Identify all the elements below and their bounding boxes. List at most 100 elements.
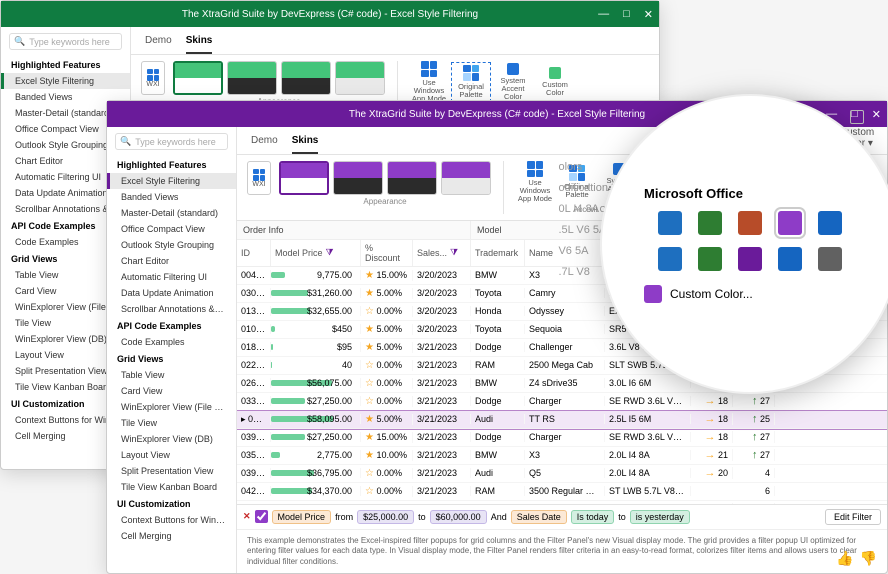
search-input[interactable]: 🔍 Type keywords here [9, 33, 122, 50]
star-icon: ☆ [365, 306, 374, 317]
wxi-picker[interactable]: WXI [141, 61, 165, 95]
sidebar-item[interactable]: Tile View [107, 415, 236, 431]
sidebar-item[interactable]: Excel Style Filtering [1, 73, 130, 89]
skin-swatch[interactable] [281, 61, 331, 95]
skin-swatch[interactable] [173, 61, 223, 95]
star-icon: ☆ [365, 396, 374, 407]
sidebar-item[interactable]: Split Presentation View [107, 463, 236, 479]
wxi-label: WXI [252, 181, 265, 188]
tabs: Demo Skins [131, 27, 659, 55]
sidebar-item[interactable]: Tile View Kanban Board [107, 479, 236, 495]
sidebar-group: API Code Examples [107, 317, 236, 334]
skin-swatch[interactable] [441, 161, 491, 195]
sidebar-item[interactable]: Excel Style Filtering [107, 173, 236, 189]
description: This example demonstrates the Excel-insp… [237, 529, 887, 573]
sidebar-item[interactable]: Chart Editor [107, 253, 236, 269]
filter-close[interactable]: ✕ [243, 511, 251, 522]
tab-demo[interactable]: Demo [251, 131, 278, 154]
thumbs-up-icon[interactable]: 👍 [836, 549, 853, 567]
maximize-button[interactable]: □ [623, 8, 630, 21]
sidebar-item[interactable]: Banded Views [107, 189, 236, 205]
color-swatch[interactable] [738, 211, 762, 235]
custom-color-button[interactable]: Custom Color [536, 67, 574, 97]
color-picker-popup: Microsoft Office Custom Color... [600, 94, 888, 394]
app-mode-button[interactable]: Use Windows App Mode [516, 161, 554, 203]
sidebar-item[interactable]: WinExplorer View (DB) [107, 431, 236, 447]
filter-op[interactable]: Is today [571, 510, 615, 524]
sidebar-item[interactable]: WinExplorer View (File Manager) [107, 399, 236, 415]
sidebar-item[interactable]: Automatic Filtering UI [107, 269, 236, 285]
search-input[interactable]: 🔍 Type keywords here [115, 133, 228, 150]
skin-swatch[interactable] [335, 61, 385, 95]
sidebar-item[interactable]: Cell Merging [107, 528, 236, 544]
filter-icon[interactable]: ⧩ [326, 247, 334, 258]
sidebar-item[interactable]: Layout View [107, 447, 236, 463]
star-icon: ☆ [365, 378, 374, 389]
color-swatch[interactable] [778, 211, 802, 235]
sidebar-item[interactable]: Data Update Animation [107, 285, 236, 301]
column-header[interactable]: Model Price⧩ [271, 240, 361, 266]
sidebar-item[interactable]: Table View [107, 367, 236, 383]
color-swatch[interactable] [818, 211, 842, 235]
wxi-label: WXI [146, 81, 159, 88]
skin-swatch[interactable] [333, 161, 383, 195]
thumbs-down-icon[interactable]: 👎 [860, 549, 877, 567]
filter-to-label: to [418, 512, 426, 522]
search-icon: 🔍 [120, 136, 131, 147]
table-row[interactable]: ▸ 03485$58,095.00★ 5.00%3/21/2023AudiTT … [237, 411, 887, 429]
star-icon: ☆ [365, 468, 374, 479]
color-swatch[interactable] [778, 247, 802, 271]
color-swatch[interactable] [698, 211, 722, 235]
cropped-text: olors odification 0L I4 8A .5L V6 5A V6 … [558, 152, 608, 287]
sidebar-item[interactable]: Office Compact View [107, 221, 236, 237]
window-title: The XtraGrid Suite by DevExpress (C# cod… [182, 9, 478, 20]
filter-and: And [491, 512, 507, 522]
edit-filter-button[interactable]: Edit Filter [825, 509, 881, 525]
color-swatch[interactable] [658, 247, 682, 271]
ribbon-appearance-label: Appearance [363, 197, 406, 206]
sidebar-item[interactable]: Master-Detail (standard) [107, 205, 236, 221]
column-header[interactable]: Sales...⧩ [413, 240, 471, 266]
column-header[interactable]: ID [237, 240, 271, 266]
filter-enabled-checkbox[interactable] [255, 510, 268, 523]
table-row[interactable]: 04282$34,370.00☆ 0.00%3/21/2023RAM3500 R… [237, 483, 887, 501]
sidebar-item[interactable]: Card View [107, 383, 236, 399]
sidebar-item[interactable]: Code Examples [107, 334, 236, 350]
skin-swatch[interactable] [227, 61, 277, 95]
sidebar-item[interactable]: Scrollbar Annotations & Bookmarks [107, 301, 236, 317]
tab-skins[interactable]: Skins [292, 131, 319, 154]
table-row[interactable]: 03973$36,795.00☆ 0.00%3/21/2023AudiQ52.0… [237, 465, 887, 483]
tab-skins[interactable]: Skins [186, 31, 213, 54]
original-palette-button[interactable]: Original Palette [452, 63, 490, 101]
minimize-button[interactable]: — [598, 8, 609, 21]
filter-field[interactable]: Sales Date [511, 510, 567, 524]
filter-to-value[interactable]: $60,000.00 [430, 510, 487, 524]
table-row[interactable]: 035382,775.00★ 10.00%3/21/2023BMWX32.0L … [237, 447, 887, 465]
custom-color-label: Custom Color... [670, 287, 753, 301]
search-placeholder: Type keywords here [29, 37, 110, 47]
color-swatch[interactable] [658, 211, 682, 235]
table-row[interactable]: 03303$27,250.00☆ 0.00%3/21/2023DodgeChar… [237, 393, 887, 411]
color-swatch[interactable] [738, 247, 762, 271]
sidebar-item[interactable]: Outlook Style Grouping [107, 237, 236, 253]
collapse-icon[interactable]: ▸ [241, 414, 246, 424]
color-swatch[interactable] [698, 247, 722, 271]
wxi-picker[interactable]: WXI [247, 161, 271, 195]
tab-demo[interactable]: Demo [145, 31, 172, 54]
table-row[interactable]: 03905$27,250.00★ 15.00%3/21/2023DodgeCha… [237, 429, 887, 447]
band-order[interactable]: Order Info [237, 221, 471, 240]
app-mode-button[interactable]: Use Windows App Mode [410, 61, 448, 103]
filter-field[interactable]: Model Price [272, 510, 332, 524]
filter-from-value[interactable]: $25,000.00 [357, 510, 414, 524]
close-button[interactable]: ✕ [644, 8, 653, 21]
column-header[interactable]: % Discount [361, 240, 413, 266]
skin-swatch[interactable] [387, 161, 437, 195]
filter-op[interactable]: is yesterday [630, 510, 690, 524]
sidebar-item[interactable]: Context Buttons for WinExplorerView [107, 512, 236, 528]
color-swatch[interactable] [818, 247, 842, 271]
skin-swatch[interactable] [279, 161, 329, 195]
system-accent-button[interactable]: System Accent Color [494, 63, 532, 101]
custom-color-option[interactable]: Custom Color... [644, 285, 753, 303]
filter-icon[interactable]: ⧩ [450, 247, 458, 258]
column-header[interactable]: Trademark [471, 240, 525, 266]
